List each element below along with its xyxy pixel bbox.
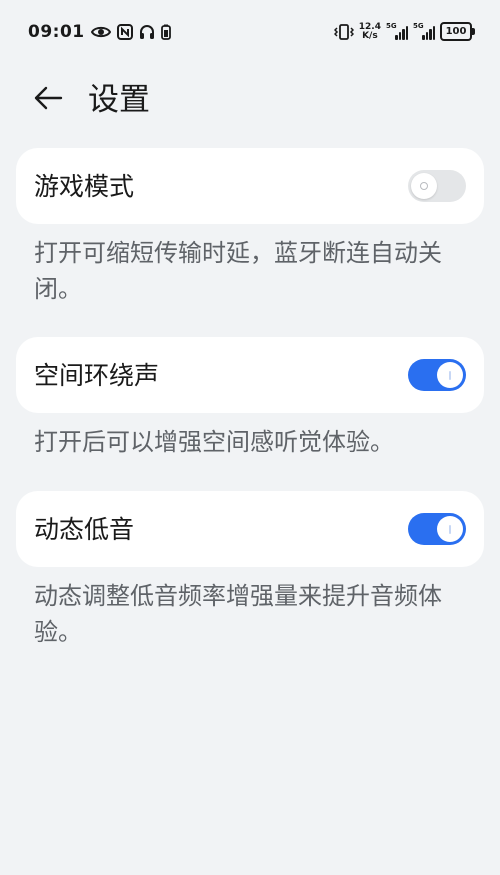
setting-dynamic-bass[interactable]: 动态低音 [16,491,484,567]
game-mode-description: 打开可缩短传输时延，蓝牙断连自动关闭。 [34,239,442,303]
vibrate-icon [333,23,354,40]
arrow-left-icon [34,86,63,110]
headphones-icon [139,24,155,40]
dynamic-bass-description: 动态调整低音频率增强量来提升音频体验。 [34,582,442,646]
setting-game-mode-label: 游戏模式 [34,172,135,201]
spatial-audio-toggle[interactable] [408,359,466,391]
app-header: 设置 [0,66,500,126]
dynamic-bass-toggle[interactable] [408,513,466,545]
sim1-network-tag: 5G [386,21,397,30]
sim2-network-tag: 5G [413,21,424,30]
setting-game-mode[interactable]: 游戏模式 [16,148,484,224]
earbuds-battery-icon [160,24,171,40]
eye-icon [90,25,111,39]
toggle-knob [411,173,437,199]
toggle-knob [437,362,463,388]
signal-sim2-icon: 5G [413,21,435,40]
battery-icon: 100 [440,22,475,41]
page-title: 设置 [88,82,150,118]
setting-spatial-audio-label: 空间环绕声 [34,361,160,390]
setting-dynamic-bass-label: 动态低音 [34,515,135,544]
spatial-audio-description: 打开后可以增强空间感听觉体验。 [34,428,394,456]
network-speed: 12.4 K/s [359,22,381,41]
network-speed-unit: K/s [362,30,378,41]
battery-level: 100 [445,26,467,37]
status-time: 09:01 [28,22,85,42]
status-bar-left: 09:01 [28,22,171,42]
status-bar-right: 12.4 K/s 5G 5G 100 [333,21,475,41]
nfc-icon [116,24,133,40]
back-button[interactable] [26,76,70,120]
setting-spatial-audio[interactable]: 空间环绕声 [16,337,484,413]
status-bar: 09:01 12.4 K/s 5G 5G 100 [0,0,500,66]
game-mode-toggle[interactable] [408,170,466,202]
signal-sim1-icon: 5G [386,21,408,40]
toggle-knob [437,516,463,542]
